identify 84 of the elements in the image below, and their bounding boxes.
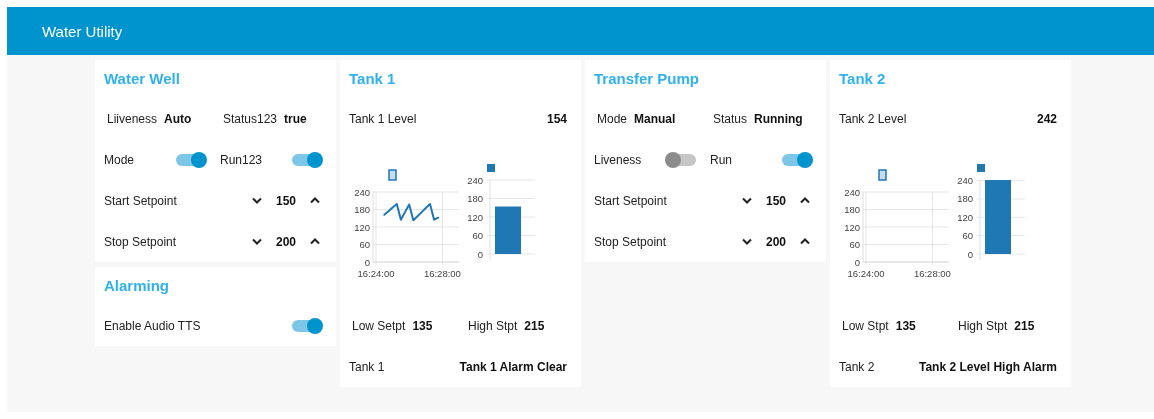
- toggle-switch[interactable]: [292, 319, 322, 332]
- switch-label: Liveness: [594, 152, 642, 167]
- field-label: Tank 1 Level: [349, 111, 417, 126]
- field-label: Low Setpt: [352, 318, 406, 333]
- axis-tick-label: 120: [844, 221, 860, 233]
- chevron-up-icon[interactable]: [308, 236, 322, 247]
- field-value: true: [284, 111, 307, 126]
- axis-tick-label: 60: [962, 230, 973, 242]
- field-label: Status123: [223, 111, 278, 126]
- axis-tick-label: 0: [364, 256, 370, 268]
- field-label: Low Stpt: [842, 318, 889, 333]
- axis-tick-label: 120: [467, 211, 483, 223]
- setpoint-label: Start Setpoint: [594, 193, 667, 208]
- legend-icon: [388, 169, 397, 181]
- field-value: Tank 2 Level High Alarm: [918, 359, 1057, 374]
- axis-tick-label: 180: [354, 204, 370, 215]
- field-value: 242: [1036, 111, 1057, 126]
- setpoint-value: 200: [765, 234, 787, 249]
- field-value: 215: [1014, 318, 1035, 333]
- field-label: High Stpt: [958, 318, 1008, 333]
- field-value: Tank 1 Alarm Clear: [459, 359, 567, 374]
- toggle-switch[interactable]: [782, 153, 812, 166]
- chevron-down-icon[interactable]: [740, 195, 754, 206]
- axis-tick-label: 120: [354, 221, 370, 233]
- axis-tick-label: 180: [467, 193, 483, 204]
- axis-tick-label: 0: [854, 256, 860, 268]
- setpoint-value: 150: [275, 193, 297, 208]
- field-label: Tank 1: [349, 359, 385, 374]
- field-value: 215: [524, 318, 545, 333]
- toggle-switch[interactable]: [666, 153, 696, 166]
- axis-tick-label: 0: [967, 248, 973, 260]
- field-label: Tank 2: [839, 359, 875, 374]
- toggle-switch[interactable]: [292, 153, 322, 166]
- switch-label: Enable Audio TTS: [104, 318, 201, 333]
- card-title: Alarming: [104, 276, 170, 296]
- axis-tick-label: 60: [849, 239, 860, 250]
- axis-tick-label: 180: [957, 193, 973, 205]
- legend-icon: [977, 164, 985, 172]
- field-value: 154: [546, 111, 567, 126]
- legend-icon: [878, 169, 887, 181]
- field-value: 135: [895, 318, 916, 333]
- switch-label: Mode: [104, 152, 135, 167]
- axis-tick-label: 60: [472, 230, 483, 241]
- chevron-up-icon[interactable]: [798, 195, 812, 206]
- chevron-down-icon[interactable]: [250, 195, 264, 206]
- field-value: Running: [754, 111, 803, 126]
- field-value: Manual: [634, 111, 676, 126]
- setpoint-label: Stop Setpoint: [594, 234, 667, 249]
- axis-tick-label: 16:24:00: [847, 268, 885, 279]
- chevron-up-icon[interactable]: [308, 195, 322, 206]
- field-label: Liiveness: [107, 111, 158, 126]
- axis-tick-label: 16:24:00: [357, 268, 395, 279]
- chevron-down-icon[interactable]: [250, 236, 264, 247]
- axis-tick-label: 240: [354, 186, 370, 198]
- axis-tick-label: 120: [957, 211, 973, 223]
- axis-tick-label: 0: [477, 248, 483, 260]
- axis-tick-label: 240: [844, 186, 860, 198]
- axis-tick-label: 60: [359, 239, 370, 250]
- axis-tick-label: 16:28:00: [913, 268, 951, 279]
- axis-tick-label: 240: [957, 175, 973, 187]
- field-label: Status: [713, 111, 748, 126]
- field-value: 135: [412, 318, 433, 333]
- switch-label: Run123: [220, 152, 263, 167]
- setpoint-label: Stop Setpoint: [104, 234, 177, 249]
- axis-tick-label: 240: [467, 174, 483, 186]
- switch-label: Run: [710, 152, 732, 167]
- chevron-up-icon[interactable]: [798, 236, 812, 247]
- card-title: Tank 2: [839, 69, 887, 89]
- setpoint-value: 200: [275, 234, 297, 249]
- field-value: Auto: [164, 111, 192, 126]
- card-title: Tank 1: [349, 69, 397, 89]
- card-title: Water Well: [104, 69, 181, 89]
- app-title: Water Utility: [42, 22, 123, 40]
- setpoint-value: 150: [765, 193, 787, 208]
- axis-tick-label: 180: [844, 204, 860, 215]
- setpoint-label: Start Setpoint: [104, 193, 177, 208]
- field-label: Tank 2 Level: [839, 111, 907, 126]
- toggle-switch[interactable]: [176, 153, 206, 166]
- chevron-down-icon[interactable]: [740, 236, 754, 247]
- card-title: Transfer Pump: [594, 69, 701, 89]
- field-label: Mode: [597, 111, 628, 126]
- legend-icon: [487, 164, 495, 172]
- field-label: High Stpt: [468, 318, 518, 333]
- axis-tick-label: 16:28:00: [423, 268, 461, 279]
